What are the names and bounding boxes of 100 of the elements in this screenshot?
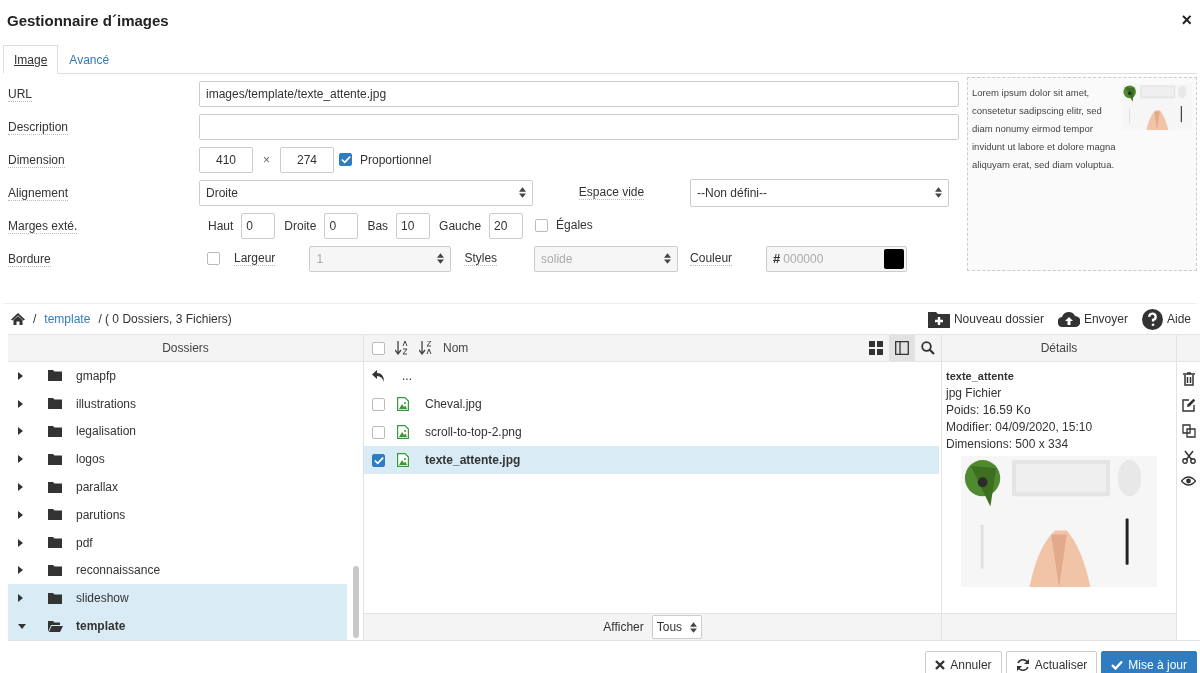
checkbox[interactable] (339, 153, 352, 166)
caret-right-icon (18, 371, 23, 380)
folder-item[interactable]: parallax (8, 473, 347, 501)
width-field[interactable]: 410 (199, 146, 253, 173)
open-folder-icon (48, 620, 63, 632)
url-field[interactable]: images/template/texte_attente.jpg (199, 80, 959, 107)
color-placeholder: 000000 (783, 251, 825, 266)
margin-field[interactable]: 0 (324, 212, 359, 239)
description-field[interactable] (199, 113, 959, 140)
update-button[interactable]: Mise à jour (1101, 651, 1197, 673)
alignment-select[interactable]: Droite (199, 179, 533, 206)
copy-icon (1181, 424, 1196, 438)
upload-link[interactable]: Envoyer (1083, 312, 1128, 326)
close-button[interactable]: × (1181, 9, 1192, 31)
folder-icon (48, 398, 62, 410)
list-view-button[interactable] (889, 335, 915, 361)
checkbox[interactable] (372, 425, 385, 439)
preview-text: Lorem ipsum dolor sit amet, consetetur sadipscing elitr, sed diam nonumy eirmod tempor invidunt ut labore et dolore magna aliquyam erat, sed diam voluptua. (972, 86, 1116, 172)
parent-folder-row[interactable]: ... (364, 362, 939, 390)
folder-item[interactable]: gmapfp (8, 362, 347, 390)
spacing-select[interactable]: --Non défini-- (690, 178, 949, 207)
checkbox-label: Égales (556, 217, 593, 232)
file-detail: Poids: 16.59 Ko (946, 402, 1032, 419)
field-label: URL (8, 86, 32, 102)
hash-sign: # (773, 251, 781, 266)
height-field[interactable]: 274 (280, 146, 334, 173)
folder-icon (48, 370, 62, 382)
folder-item[interactable]: template (8, 612, 347, 640)
file-row[interactable]: Cheval.jpg (364, 390, 939, 418)
folder-item[interactable]: parutions (8, 501, 347, 529)
check-icon (1111, 660, 1124, 670)
column-header[interactable]: Nom (443, 341, 469, 355)
caret-down-icon (18, 623, 26, 629)
home-icon[interactable] (11, 313, 25, 325)
panel-header: Dossiers (8, 335, 363, 362)
tab[interactable]: Avancé (58, 45, 121, 74)
show-select[interactable]: Tous (651, 615, 702, 639)
caret-right-icon (18, 566, 23, 575)
tab[interactable]: Image (3, 45, 59, 74)
help-icon (1141, 308, 1163, 330)
checkbox[interactable] (207, 252, 220, 265)
file-row[interactable]: scroll-to-top-2.png (364, 418, 939, 446)
panel-header: Détails (942, 335, 1176, 362)
image-file-icon (397, 397, 409, 411)
margin-field[interactable]: 10 (396, 212, 431, 239)
folder-item[interactable]: slideshow (8, 584, 347, 613)
checkbox[interactable] (535, 219, 549, 232)
color-swatch[interactable] (884, 248, 905, 269)
caret-right-icon (18, 594, 23, 603)
folder-item[interactable]: reconnaissance (8, 556, 347, 585)
margin-field[interactable]: 20 (489, 212, 524, 239)
field-label: Marges exté. (8, 218, 78, 234)
field-label: Alignement (8, 185, 69, 201)
margin-label: Droite (284, 218, 317, 233)
updown-icon (519, 187, 526, 198)
folder-item[interactable]: logos (8, 445, 347, 474)
field-label: Couleur (690, 251, 733, 266)
path-separator: / (33, 312, 37, 326)
margin-label: Haut (208, 218, 234, 233)
color-field[interactable]: # 000000 (766, 245, 908, 272)
file-detail: jpg Fichier (946, 385, 1003, 402)
caret-right-icon (18, 538, 23, 547)
checkbox[interactable] (372, 397, 385, 411)
refresh-icon (1015, 658, 1030, 672)
folder-icon (48, 537, 62, 549)
scrollbar[interactable] (353, 566, 359, 638)
checkbox-label: Proportionnel (360, 152, 432, 167)
folder-item[interactable]: illustrations (8, 389, 347, 418)
field-label: Espace vide (578, 185, 645, 200)
file-row[interactable]: texte_attente.jpg (364, 446, 939, 474)
folder-icon (48, 564, 62, 576)
help-link[interactable]: Aide (1166, 312, 1191, 326)
sort-descending-icon[interactable] (419, 341, 433, 355)
checkbox[interactable] (372, 453, 385, 467)
folder-summary: / ( 0 Dossiers, 3 Fichiers) (98, 312, 232, 326)
updown-icon (689, 621, 697, 633)
refresh-button[interactable]: Actualiser (1005, 651, 1098, 673)
folder-icon (48, 426, 62, 437)
caret-right-icon (18, 427, 23, 436)
close-icon (935, 660, 946, 670)
file-detail: Modifier: 04/09/2020, 15:10 (946, 419, 1094, 436)
columns-icon (895, 341, 909, 355)
folder-item[interactable]: legalisation (8, 417, 347, 446)
file-detail: Dimensions: 500 x 334 (946, 436, 1070, 453)
image-file-icon (397, 453, 409, 467)
select-all-checkbox[interactable] (372, 341, 385, 355)
folder-icon (48, 453, 62, 465)
edit-icon (1181, 398, 1196, 412)
file-name: texte_attente (946, 369, 1015, 384)
folder-link[interactable]: template (44, 312, 91, 326)
cancel-button[interactable]: Annuler (925, 651, 1002, 673)
field-label: Dimension (8, 152, 65, 168)
sort-ascending-icon[interactable] (395, 341, 409, 355)
caret-right-icon (18, 399, 23, 408)
folder-item[interactable]: pdf (8, 528, 347, 557)
new-folder-link[interactable]: Nouveau dossier (953, 312, 1044, 326)
margin-field[interactable]: 0 (241, 212, 276, 239)
trash-icon (1182, 372, 1195, 386)
updown-icon (664, 253, 672, 264)
caret-right-icon (18, 510, 23, 519)
